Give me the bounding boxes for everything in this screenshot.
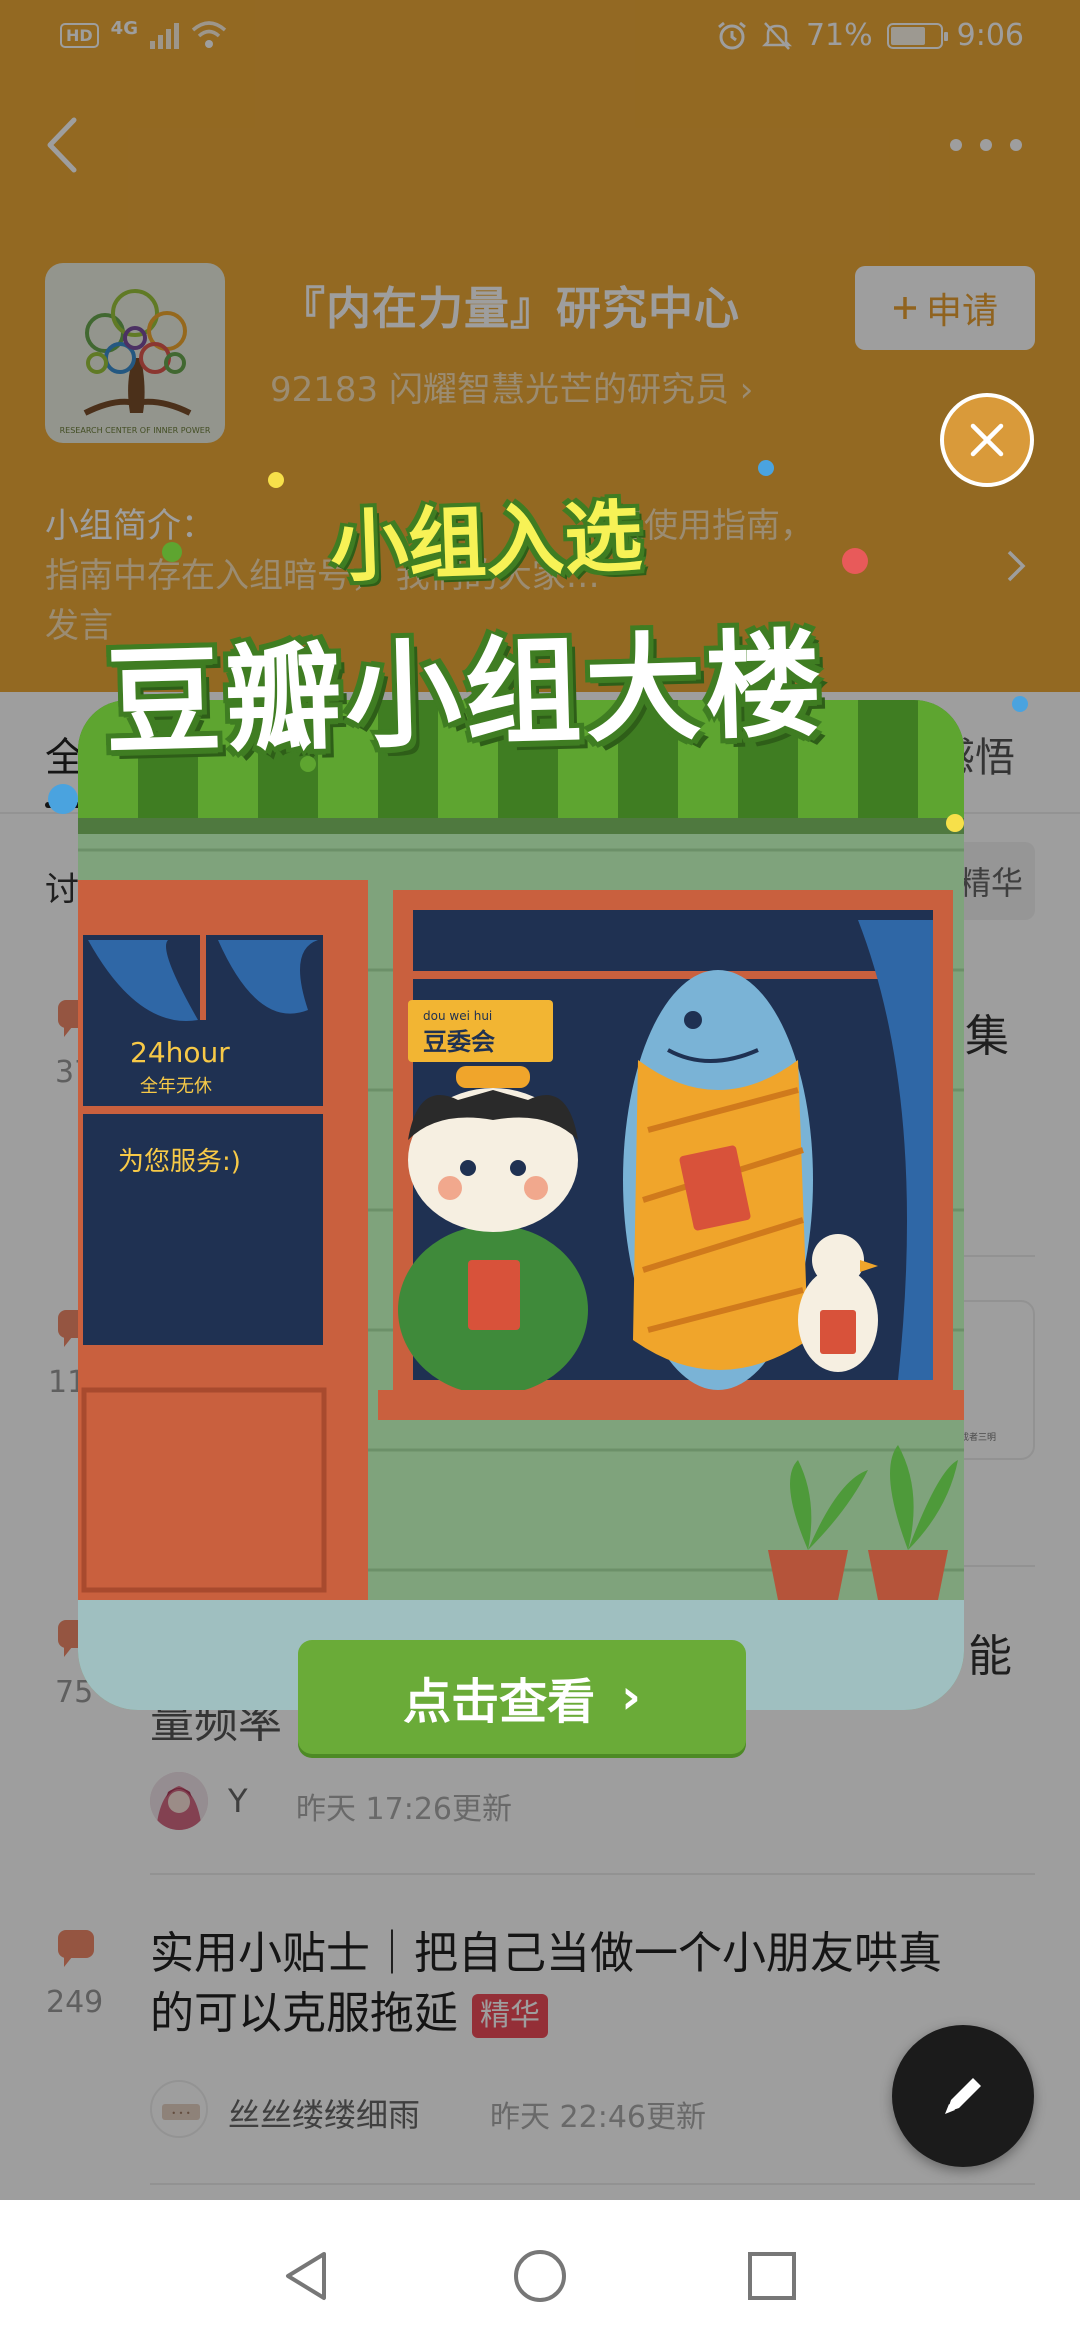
popup-close-button[interactable] [940,393,1034,487]
promo-headline-top: 小组入选 [328,492,644,594]
promo-headline-main: 豆瓣小组大楼 [103,617,827,772]
shop-sign-pinyin: dou wei hui [423,1009,492,1023]
view-now-label: 点击查看 [403,1674,596,1730]
shop-sign: 豆委会 [423,1028,495,1056]
nav-home-icon[interactable] [512,2248,568,2304]
pen-icon [945,2078,981,2114]
confetti-dot [48,784,78,814]
door-sign-service: 为您服务:) [118,1147,241,1177]
confetti-dot [946,814,964,832]
promo-illustration[interactable]: 24hour 全年无休 为您服务:) dou wei hui 豆委会 [78,700,964,1710]
door-sign-allyear: 全年无休 [140,1076,212,1097]
app-screen: HD 4G 71% 9:06 RESEARCH CENTER OF INNER … [0,0,1080,2340]
chevron-right-icon: › [621,1669,641,1725]
confetti-dot [268,472,284,488]
confetti-dot [842,548,868,574]
view-now-button[interactable]: 点击查看 › [298,1640,746,1754]
compose-button[interactable] [892,2025,1034,2167]
confetti-dot [300,756,316,772]
nav-back-icon[interactable] [280,2248,336,2304]
confetti-dot [758,460,774,476]
confetti-dot [162,542,182,562]
close-icon [970,423,1004,457]
nav-recent-icon[interactable] [744,2248,800,2304]
door-sign-24hour: 24hour [130,1036,230,1069]
confetti-dot [1012,696,1028,712]
